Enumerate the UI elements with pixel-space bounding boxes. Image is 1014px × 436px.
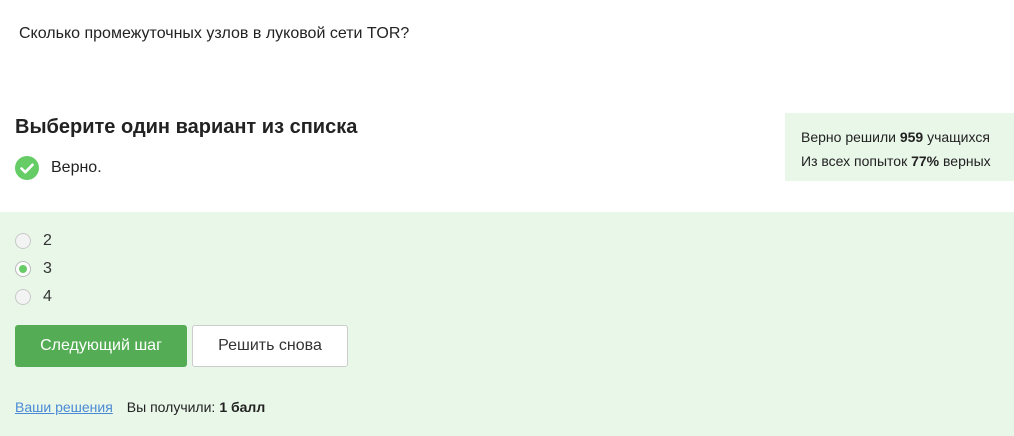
stats-panel: Верно решили 959 учащихся Из всех попыто… xyxy=(785,113,1014,181)
radio-button[interactable] xyxy=(15,233,31,249)
question-text: Сколько промежуточных узлов в луковой се… xyxy=(19,25,410,42)
your-solutions-link[interactable]: Ваши решения xyxy=(15,399,113,415)
stats-solved-count: 959 xyxy=(899,129,924,145)
radio-button[interactable] xyxy=(15,289,31,305)
option-3[interactable]: 3 xyxy=(15,260,52,278)
stats-percent-value: 77% xyxy=(911,153,940,169)
stats-percent-prefix: Из всех попыток xyxy=(801,153,908,169)
option-label: 2 xyxy=(43,232,52,249)
footer: Ваши решения Вы получили: 1 балл xyxy=(15,399,265,415)
score-label: Вы получили: xyxy=(126,399,216,415)
score-value: 1 балл xyxy=(219,399,266,415)
answer-panel: 2 3 4 Следующий шаг Решить снова Ваши ре… xyxy=(0,212,1014,436)
stats-percent-line: Из всех попыток 77% верных xyxy=(801,149,1014,173)
stats-solved-line: Верно решили 959 учащихся xyxy=(801,125,1014,149)
radio-button-selected[interactable] xyxy=(15,261,31,277)
retry-button[interactable]: Решить снова xyxy=(192,325,348,367)
option-label: 3 xyxy=(43,260,52,277)
next-step-button[interactable]: Следующий шаг xyxy=(15,325,187,367)
stats-solved-suffix: учащихся xyxy=(927,129,990,145)
status-text: Верно. xyxy=(51,159,102,176)
stats-percent-suffix: верных xyxy=(943,153,991,169)
option-2[interactable]: 2 xyxy=(15,232,52,250)
option-4[interactable]: 4 xyxy=(15,288,52,306)
result-status: Верно. xyxy=(15,156,102,180)
option-label: 4 xyxy=(43,288,52,305)
stats-solved-prefix: Верно решили xyxy=(801,129,896,145)
task-title: Выберите один вариант из списка xyxy=(15,116,358,138)
check-circle-icon xyxy=(15,156,39,180)
radio-dot xyxy=(19,265,27,273)
